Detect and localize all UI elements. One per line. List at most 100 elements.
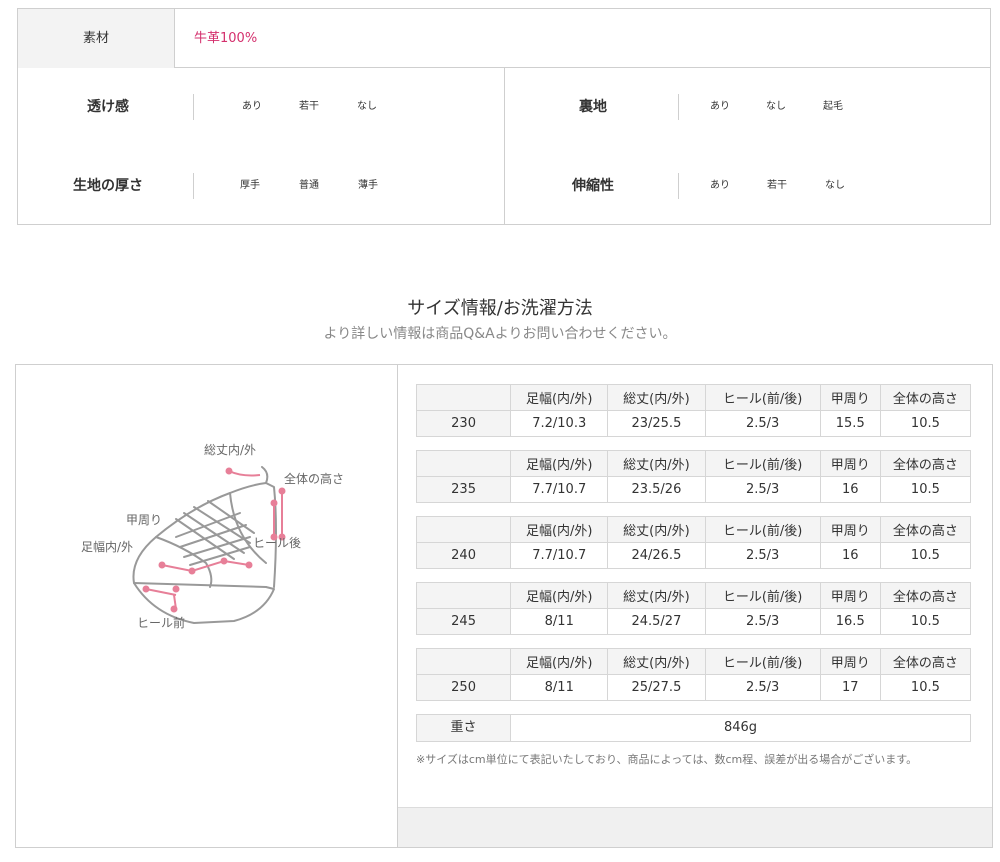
attr-option: 普通	[299, 180, 319, 191]
table-header-row: 足幅(内/外) 総丈(内/外) ヒール(前/後) 甲周り 全体の高さ	[415, 384, 972, 411]
size-cell: 250	[415, 674, 512, 701]
table-row: 230 7.2/10.3 23/25.5 2.5/3 15.5 10.5	[415, 410, 972, 437]
shoe-diagram: 総丈内/外 全体の高さ 甲周り 足幅内/外 ヒール後 ヒール前	[34, 387, 379, 677]
column-header: 足幅(内/外)	[510, 582, 609, 609]
attr-name: 裏地	[579, 99, 607, 115]
attr-sheer: 透け感 あり 若干 なし	[38, 92, 478, 122]
table-cell: 7.7/10.7	[510, 476, 609, 503]
label-width: 足幅内/外	[81, 539, 133, 554]
attr-separator	[193, 173, 194, 199]
column-divider	[504, 68, 505, 225]
column-header: 全体の高さ	[879, 384, 972, 411]
material-panel: 素材 牛革100% 透け感 あり 若干 なし 裏地 あり なし 起毛 生地の厚さ…	[17, 8, 991, 225]
size-table: 足幅(内/外) 総丈(内/外) ヒール(前/後) 甲周り 全体の高さ 250 8/11 25/…	[415, 648, 972, 701]
column-header: 全体の高さ	[879, 450, 972, 477]
attr-option: 薄手	[358, 180, 378, 191]
column-header	[415, 582, 512, 609]
size-table: 足幅(内/外) 総丈(内/外) ヒール(前/後) 甲周り 全体の高さ 245 8/11 24.…	[415, 582, 972, 635]
label-instep: 甲周り	[126, 513, 162, 527]
size-cell: 230	[415, 410, 512, 437]
attr-option: なし	[766, 101, 786, 112]
column-header: ヒール(前/後)	[704, 450, 821, 477]
column-header	[415, 648, 512, 675]
material-row: 素材 牛革100%	[18, 9, 990, 68]
label-heel-back: ヒール後	[253, 536, 301, 550]
table-cell: 10.5	[879, 542, 972, 569]
section-title: サイズ情報/お洗濯方法	[407, 298, 593, 319]
table-cell: 10.5	[879, 476, 972, 503]
table-cell: 2.5/3	[704, 410, 821, 437]
label-total-height: 全体の高さ	[284, 471, 344, 486]
attr-name: 生地の厚さ	[73, 178, 143, 194]
table-cell: 8/11	[510, 608, 609, 635]
table-cell: 23.5/26	[607, 476, 706, 503]
attr-option: なし	[357, 101, 377, 112]
attr-option: あり	[242, 101, 262, 112]
column-header: ヒール(前/後)	[704, 516, 821, 543]
size-cell: 240	[415, 542, 512, 569]
column-header: 足幅(内/外)	[510, 450, 609, 477]
column-header: ヒール(前/後)	[704, 384, 821, 411]
table-cell: 25/27.5	[607, 674, 706, 701]
attr-option: なし	[825, 180, 845, 191]
table-cell: 15.5	[819, 410, 881, 437]
column-header: 総丈(内/外)	[607, 516, 706, 543]
column-header	[415, 516, 512, 543]
table-row: 250 8/11 25/27.5 2.5/3 17 10.5	[415, 674, 972, 701]
column-header: 足幅(内/外)	[510, 516, 609, 543]
label-heel-front: ヒール前	[137, 615, 185, 630]
column-header: 足幅(内/外)	[510, 648, 609, 675]
label-total-length: 総丈内/外	[204, 443, 256, 457]
column-header: 甲周り	[819, 516, 881, 543]
column-header: 総丈(内/外)	[607, 384, 706, 411]
attr-stretch: 伸縮性 あり 若干 なし	[523, 171, 963, 201]
table-cell: 7.2/10.3	[510, 410, 609, 437]
shoe-illustration: 総丈内/外 全体の高さ 甲周り 足幅内/外 ヒール後 ヒール前	[81, 443, 344, 630]
column-header: 総丈(内/外)	[607, 648, 706, 675]
column-header: 総丈(内/外)	[607, 582, 706, 609]
attr-name: 伸縮性	[572, 178, 614, 194]
table-cell: 2.5/3	[704, 608, 821, 635]
section-subtitle: より詳しい情報は商品Q&Aよりお問い合わせください。	[323, 326, 677, 342]
size-table: 足幅(内/外) 総丈(内/外) ヒール(前/後) 甲周り 全体の高さ 230 7.2/10.…	[415, 384, 972, 437]
attr-option: 若干	[767, 180, 787, 191]
column-header: 甲周り	[819, 450, 881, 477]
panel-divider	[397, 365, 398, 847]
size-table: 足幅(内/外) 総丈(内/外) ヒール(前/後) 甲周り 全体の高さ 235 7.7/10.…	[415, 450, 972, 503]
attr-separator	[678, 173, 679, 199]
column-header: ヒール(前/後)	[704, 648, 821, 675]
column-header: 甲周り	[819, 648, 881, 675]
material-value: 牛革100%	[194, 31, 258, 46]
attr-option: あり	[710, 101, 730, 112]
table-row: 240 7.7/10.7 24/26.5 2.5/3 16 10.5	[415, 542, 972, 569]
attr-lining: 裏地 あり なし 起毛	[523, 92, 963, 122]
table-cell: 17	[819, 674, 881, 701]
table-row: 235 7.7/10.7 23.5/26 2.5/3 16 10.5	[415, 476, 972, 503]
column-header: ヒール(前/後)	[704, 582, 821, 609]
column-header: 全体の高さ	[879, 516, 972, 543]
column-header: 甲周り	[819, 384, 881, 411]
size-cell: 245	[415, 608, 512, 635]
panel-footer	[398, 807, 992, 847]
table-cell: 24.5/27	[607, 608, 706, 635]
table-cell: 8/11	[510, 674, 609, 701]
table-cell: 2.5/3	[704, 542, 821, 569]
column-header: 足幅(内/外)	[510, 384, 609, 411]
table-cell: 10.5	[879, 608, 972, 635]
attr-separator	[193, 94, 194, 120]
attr-option: あり	[710, 180, 730, 191]
column-header	[415, 384, 512, 411]
table-cell: 16	[819, 542, 881, 569]
column-header: 全体の高さ	[879, 582, 972, 609]
table-cell: 7.7/10.7	[510, 542, 609, 569]
attr-option: 起毛	[823, 101, 843, 112]
material-label: 素材	[18, 9, 175, 68]
size-cell: 235	[415, 476, 512, 503]
table-cell: 23/25.5	[607, 410, 706, 437]
table-header-row: 足幅(内/外) 総丈(内/外) ヒール(前/後) 甲周り 全体の高さ	[415, 648, 972, 675]
attr-separator	[678, 94, 679, 120]
column-header: 全体の高さ	[879, 648, 972, 675]
table-cell: 2.5/3	[704, 674, 821, 701]
table-cell: 16	[819, 476, 881, 503]
table-header-row: 足幅(内/外) 総丈(内/外) ヒール(前/後) 甲周り 全体の高さ	[415, 516, 972, 543]
